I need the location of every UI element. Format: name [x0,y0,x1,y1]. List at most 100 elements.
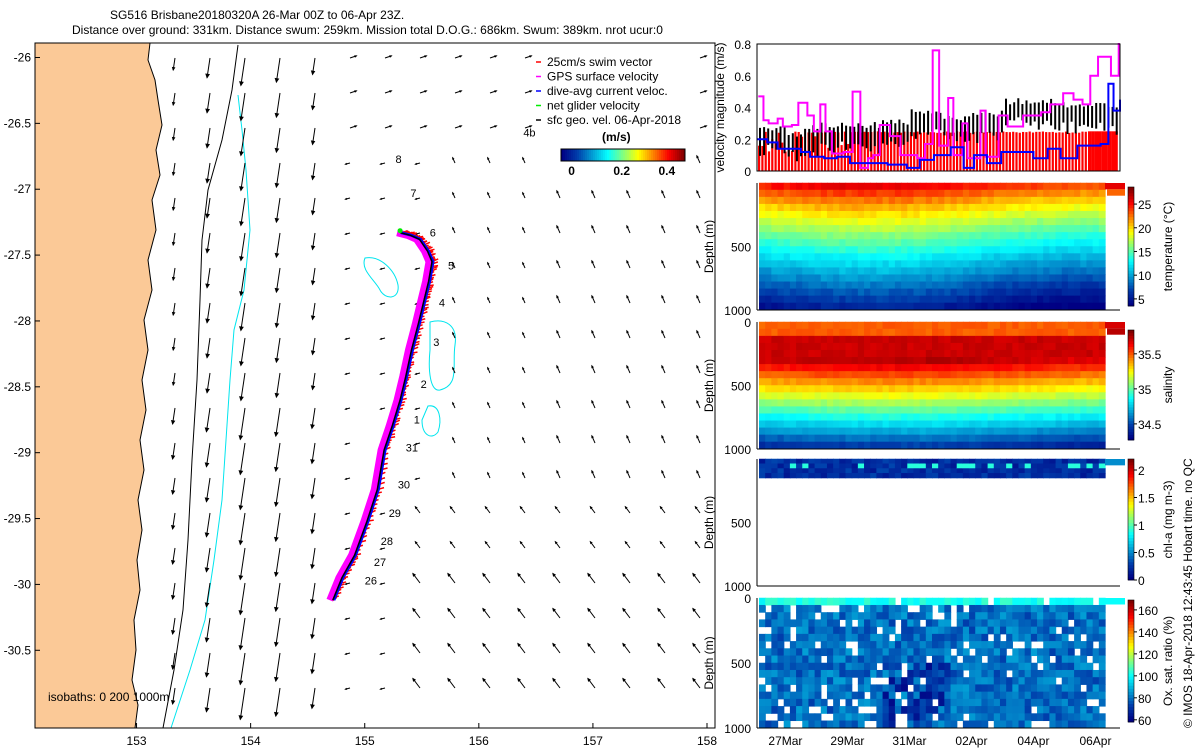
vector-head [452,401,455,405]
section-cell [975,420,983,429]
section-cell [1043,357,1051,365]
section-cell [1055,210,1063,219]
section-cell [956,335,964,344]
section-cell [1067,335,1075,344]
section-cell [839,349,847,358]
section-cell [1061,698,1069,707]
section-cell [833,612,840,620]
section-cell [999,655,1007,664]
velocity-vector [661,329,666,339]
section-cell [1012,706,1020,714]
velocity-vector [587,677,596,689]
section-cell [765,385,772,393]
section-cell [1012,713,1020,722]
section-cell [993,463,1001,469]
section-cell [771,253,779,261]
vector-head [310,494,315,500]
section-cell [999,706,1007,714]
velocity-vector [522,471,526,479]
section-cell [987,713,995,722]
section-cell [969,655,976,664]
section-cell [802,182,810,191]
vector-head [204,532,210,538]
net-bar [836,126,839,148]
velocity-vector [699,125,708,129]
section-cell [925,232,933,240]
section-cell [839,427,847,436]
section-cell [759,713,766,722]
section-cell [1037,612,1044,620]
day-label: 1 [414,415,420,427]
section-cell [969,182,976,191]
section-cell [1080,349,1088,358]
section-cell [888,281,896,290]
section-cell [913,677,921,685]
velocity-vector [238,652,246,686]
vector-head [170,595,176,601]
section-cell [796,232,803,240]
section-cell [913,203,921,212]
section-cell [802,232,810,240]
section-cell [864,239,871,247]
section-cell [919,597,927,606]
section-cell [962,612,970,620]
section-cell [783,420,791,429]
section-cell [894,335,902,344]
swim-bar [1061,132,1064,171]
vector-head [274,676,279,683]
section-cell [1024,677,1032,685]
section-cell [1018,246,1026,254]
section-cell [962,385,970,393]
section-cell [777,633,785,642]
section-cell [814,302,822,311]
section-cell [845,281,853,290]
net-bar [1091,106,1094,128]
section-cell [826,434,834,443]
section-cell [826,218,834,226]
section-cell [993,267,1001,275]
section-cell [1043,335,1051,344]
section-cell [796,706,803,714]
section-cell [851,385,859,393]
section-cell [981,468,989,474]
section-cell [1067,392,1075,400]
colorbar-cell [1128,525,1134,529]
section-cell [826,655,834,664]
section-cell [944,463,952,469]
section-cell [882,434,890,443]
section-cell [759,662,766,671]
colorbar-tick-label: 20 [1138,222,1152,236]
colorbar-cell [669,149,672,161]
section-cell [1049,267,1057,275]
colorbar-cell [1128,270,1134,274]
vector-head [379,547,383,550]
velocity-vector [379,372,386,375]
section-cell [894,260,902,268]
section-cell [944,441,952,450]
section-cell [845,633,853,642]
section-cell [814,253,822,261]
section-cell [839,321,847,330]
section-cell [919,335,927,344]
section-cell [888,210,896,219]
colorbar-cell [671,149,674,161]
section-cell [932,463,939,469]
velocity-vector [239,162,246,192]
section-cell [919,669,927,678]
section-cell [925,677,933,685]
section-cell [932,669,939,678]
section-cell [975,335,983,344]
velocity-vector [310,92,316,111]
section-cell [808,713,816,722]
section-cell [771,321,779,330]
section-cell [969,302,976,311]
section-cell [1074,413,1081,422]
section-cell [1055,267,1063,275]
vector-head [344,652,348,655]
section-cell [845,385,853,393]
section-cell [888,458,896,465]
colorbar-cell [1128,219,1134,224]
colorbar-cell [1128,600,1134,604]
vector-head [487,156,490,160]
section-cell [882,420,890,429]
